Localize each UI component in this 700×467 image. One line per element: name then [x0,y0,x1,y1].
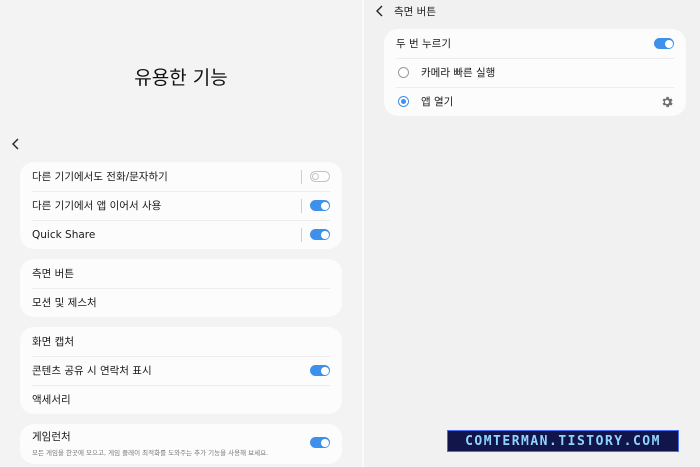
toggle-switch[interactable] [310,229,330,240]
item-label: 다른 기기에서 앱 이어서 사용 [32,200,162,212]
toggle-switch[interactable] [310,200,330,211]
list-item-screen-capture[interactable]: 화면 캡처 [20,327,342,356]
settings-group-game: 게임런처 모든 게임을 한곳에 모으고, 게임 플레이 최적화를 도와주는 추가… [20,424,342,464]
settings-group-connect: 다른 기기에서도 전화/문자하기 다른 기기에서 앱 이어서 사용 Quick … [20,162,342,249]
back-button-right[interactable] [372,3,388,19]
double-press-row[interactable]: 두 번 누르기 [384,29,686,58]
item-label: 모션 및 제스처 [32,297,97,309]
list-item-side-button[interactable]: 측면 버튼 [20,259,342,288]
settings-group-buttons: 측면 버튼 모션 및 제스처 [20,259,342,317]
gear-icon[interactable] [660,95,674,109]
list-item-call-text-other-devices[interactable]: 다른 기기에서도 전화/문자하기 [20,162,342,191]
radio-button-selected[interactable] [398,96,409,107]
item-label: 액세서리 [32,394,71,406]
item-label: 측면 버튼 [32,268,74,280]
watermark-text: COMTERMAN.TISTORY.COM [465,433,661,449]
list-item-motions-gestures[interactable]: 모션 및 제스처 [20,288,342,317]
radio-button[interactable] [398,67,409,78]
watermark-banner: COMTERMAN.TISTORY.COM [447,430,679,452]
page-title: 유용한 기능 [134,67,228,89]
option-quick-launch-camera[interactable]: 카메라 빠른 실행 [384,58,686,87]
chevron-left-icon [12,138,19,150]
item-description: 모든 게임을 한곳에 모으고, 게임 플레이 최적화를 도와주는 추가 기능을 … [32,448,269,457]
list-item-quick-share[interactable]: Quick Share [20,220,342,249]
right-pane: 측면 버튼 두 번 누르기 카메라 빠른 실행 앱 열기 [364,0,700,467]
divider [301,227,302,242]
item-label: 다른 기기에서도 전화/문자하기 [32,171,168,183]
divider [301,198,302,213]
game-launcher-text: 게임런처 모든 게임을 한곳에 모으고, 게임 플레이 최적화를 도와주는 추가… [32,429,310,457]
item-label: Quick Share [32,228,96,241]
side-button-settings-card: 두 번 누르기 카메라 빠른 실행 앱 열기 [384,29,686,116]
divider [301,169,302,184]
item-label: 게임런처 [32,430,71,443]
page-title: 측면 버튼 [394,6,436,18]
toggle-switch[interactable] [310,365,330,376]
item-label: 화면 캡처 [32,336,74,348]
option-open-app[interactable]: 앱 열기 [384,87,686,116]
settings-group-capture: 화면 캡처 콘텐츠 공유 시 연락처 표시 액세서리 [20,327,342,414]
item-label: 두 번 누르기 [396,38,451,50]
item-label: 콘텐츠 공유 시 연락처 표시 [32,365,152,377]
left-pane: 유용한 기능 다른 기기에서도 전화/문자하기 다른 기기에서 앱 이어서 사용… [0,0,362,467]
option-label: 앱 열기 [421,96,454,108]
chevron-left-icon [376,5,383,17]
back-button[interactable] [8,136,24,152]
list-item-show-contacts-sharing[interactable]: 콘텐츠 공유 시 연락처 표시 [20,356,342,385]
toggle-switch[interactable] [310,437,330,448]
list-item-game-launcher[interactable]: 게임런처 모든 게임을 한곳에 모으고, 게임 플레이 최적화를 도와주는 추가… [20,424,342,461]
list-item-continue-apps[interactable]: 다른 기기에서 앱 이어서 사용 [20,191,342,220]
option-label: 카메라 빠른 실행 [421,67,496,79]
toggle-switch[interactable] [310,171,330,182]
toggle-switch[interactable] [654,38,674,49]
list-item-accessories[interactable]: 액세서리 [20,385,342,414]
